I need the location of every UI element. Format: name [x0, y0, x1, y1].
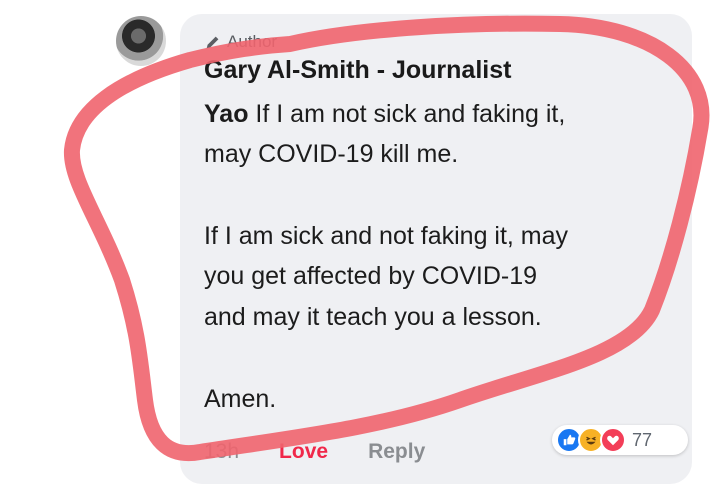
author-badge-label: Author: [227, 32, 278, 51]
comment-line-4: you get affected by COVID-19: [204, 262, 538, 290]
reply-button[interactable]: Reply: [368, 440, 425, 464]
comment-line-5: and may it teach you a lesson.: [204, 303, 542, 331]
timestamp[interactable]: 13h: [204, 440, 239, 464]
love-icon: [600, 427, 626, 453]
comment-line-2: may COVID-19 kill me.: [204, 140, 459, 168]
mention-link[interactable]: Yao: [204, 100, 248, 128]
author-badge: Author: [204, 32, 277, 52]
comment-line-6: Amen.: [204, 385, 277, 413]
comment-line-3: If I am sick and not faking it, may: [204, 222, 569, 250]
reaction-count: 77: [632, 430, 653, 450]
pencil-icon: [206, 36, 219, 49]
comment-line-1: Yao If I am not sick and faking it,: [204, 100, 565, 129]
love-button[interactable]: Love: [279, 440, 328, 464]
avatar[interactable]: [116, 16, 166, 66]
comment-actions: 13h Love Reply: [204, 440, 425, 464]
author-name[interactable]: Gary Al-Smith - Journalist: [204, 56, 511, 85]
comment-text-1: If I am not sick and faking it,: [248, 100, 566, 128]
reactions-summary[interactable]: 77: [552, 425, 688, 455]
